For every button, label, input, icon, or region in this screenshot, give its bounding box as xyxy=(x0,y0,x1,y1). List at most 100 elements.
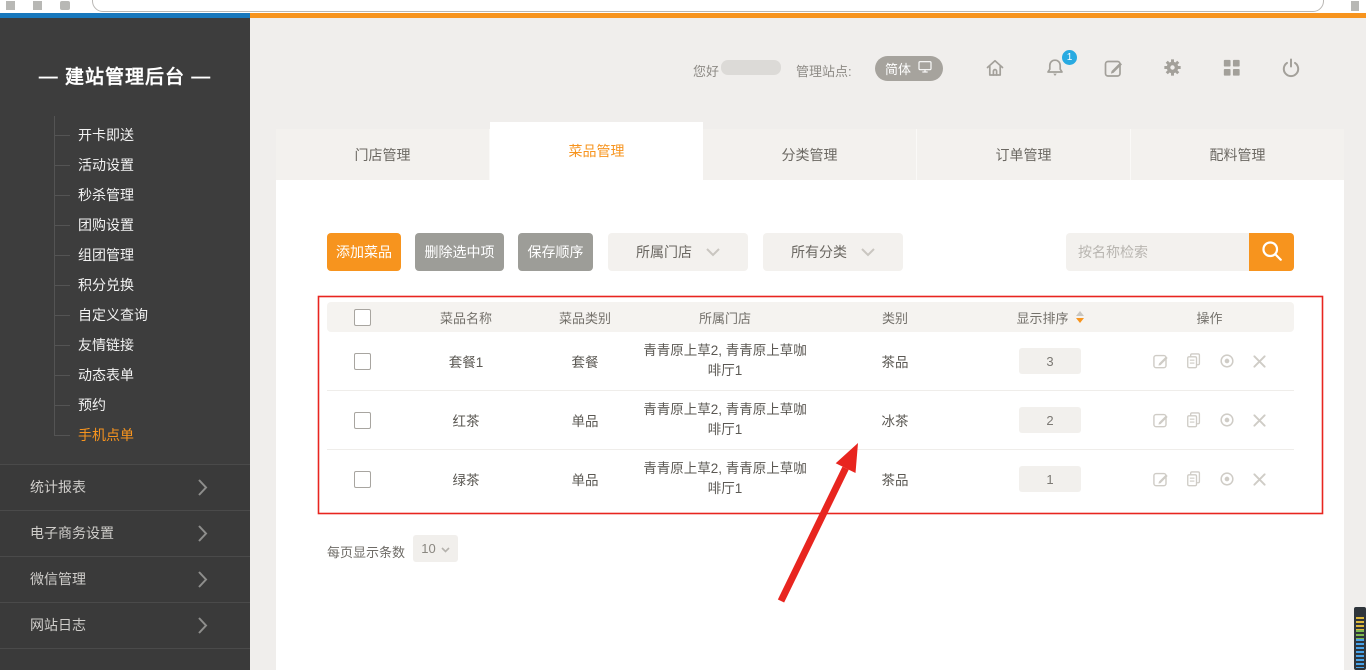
browser-button-fragment xyxy=(1351,1,1359,11)
tab-store-management[interactable]: 门店管理 xyxy=(276,129,490,180)
tab-ingredient-management[interactable]: 配料管理 xyxy=(1131,129,1344,180)
sidebar-item-flash-sale[interactable]: 秒杀管理 xyxy=(78,185,134,205)
delete-selected-button[interactable]: 删除选中项 xyxy=(415,233,504,271)
col-stores: 所属门店 xyxy=(699,308,751,327)
search-input[interactable] xyxy=(1066,233,1249,271)
view-icon[interactable] xyxy=(1217,410,1237,430)
home-icon[interactable] xyxy=(983,56,1007,80)
address-bar[interactable] xyxy=(92,0,1324,12)
dish-category: 套餐 xyxy=(572,351,599,371)
row-checkbox[interactable] xyxy=(354,471,371,488)
dish-stores: 青青原上草2, 青青原上草咖啡厅1 xyxy=(639,341,811,382)
page-size-value: 10 xyxy=(421,541,435,556)
edit-icon[interactable] xyxy=(1151,351,1171,371)
language-button[interactable]: 简体 xyxy=(875,56,943,81)
site-label: 管理站点: xyxy=(796,61,852,80)
col-display-order: 显示排序 xyxy=(1016,308,1068,327)
dish-name: 套餐1 xyxy=(449,351,484,371)
copy-icon[interactable] xyxy=(1184,469,1204,489)
dish-name: 红茶 xyxy=(453,410,480,430)
browser-button-fragment xyxy=(6,1,15,10)
sidebar-item-activity[interactable]: 活动设置 xyxy=(78,155,134,175)
row-checkbox[interactable] xyxy=(354,353,371,370)
col-dish-name: 菜品名称 xyxy=(440,308,492,327)
store-filter-label: 所属门店 xyxy=(636,242,692,262)
col-actions: 操作 xyxy=(1196,308,1222,327)
sidebar-item-group-manage[interactable]: 组团管理 xyxy=(78,245,134,265)
tab-dish-management[interactable]: 菜品管理 xyxy=(490,122,703,180)
category-filter-dropdown[interactable]: 所有分类 xyxy=(763,233,903,271)
col-dish-category: 菜品类别 xyxy=(559,308,611,327)
sidebar-item-links[interactable]: 友情链接 xyxy=(78,335,134,355)
sidebar-section-label: 电子商务设置 xyxy=(30,511,114,556)
sidebar-section-label: 网站日志 xyxy=(30,603,86,648)
sort-order-field[interactable]: 3 xyxy=(1019,348,1081,374)
sort-order-field[interactable]: 1 xyxy=(1019,466,1081,492)
dish-category: 单品 xyxy=(572,410,599,430)
page-size-dropdown[interactable]: 10 xyxy=(413,535,458,562)
gear-icon[interactable] xyxy=(1161,56,1185,80)
dish-name: 绿茶 xyxy=(453,469,480,489)
scroll-widget[interactable] xyxy=(1354,607,1366,670)
sidebar-item-group-buy[interactable]: 团购设置 xyxy=(78,215,134,235)
user-name-redacted xyxy=(721,60,781,75)
row-checkbox[interactable] xyxy=(354,412,371,429)
sidebar-section-stats[interactable]: 统计报表 xyxy=(0,464,250,510)
row-actions xyxy=(1151,469,1269,489)
edit-icon[interactable] xyxy=(1151,410,1171,430)
delete-icon[interactable] xyxy=(1250,352,1269,371)
compose-icon[interactable] xyxy=(1102,56,1126,80)
delete-icon[interactable] xyxy=(1250,470,1269,489)
search-icon xyxy=(1258,237,1286,268)
sidebar-item-booking[interactable]: 预约 xyxy=(78,395,106,415)
sidebar-section-ecommerce[interactable]: 电子商务设置 xyxy=(0,510,250,556)
table-row: 红茶 单品 青青原上草2, 青青原上草咖啡厅1 冰茶 2 xyxy=(327,391,1294,450)
select-all-checkbox[interactable] xyxy=(354,309,371,326)
save-order-button[interactable]: 保存顺序 xyxy=(518,233,593,271)
page-size-label: 每页显示条数 xyxy=(327,542,405,561)
app-title: — 建站管理后台 — xyxy=(0,62,250,89)
row-actions xyxy=(1151,410,1269,430)
view-icon[interactable] xyxy=(1217,351,1237,371)
chevron-down-icon xyxy=(441,541,450,556)
search-button[interactable] xyxy=(1249,233,1294,271)
greeting-text: 您好 xyxy=(693,61,719,80)
copy-icon[interactable] xyxy=(1184,410,1204,430)
monitor-icon xyxy=(917,59,933,78)
sidebar-item-mobile-ordering[interactable]: 手机点单 xyxy=(78,425,134,445)
view-icon[interactable] xyxy=(1217,469,1237,489)
table-body: 套餐1 套餐 青青原上草2, 青青原上草咖啡厅1 茶品 3 红茶 单品 青青原上… xyxy=(327,332,1294,508)
category-filter-label: 所有分类 xyxy=(791,242,847,262)
sidebar-section-site-log[interactable]: 网站日志 xyxy=(0,602,250,649)
language-label: 简体 xyxy=(885,59,911,78)
sidebar-section-wechat[interactable]: 微信管理 xyxy=(0,556,250,602)
sort-arrows-icon[interactable] xyxy=(1076,311,1084,323)
apps-grid-icon[interactable] xyxy=(1220,56,1244,80)
sidebar-item-card-gift[interactable]: 开卡即送 xyxy=(78,125,134,145)
dish-type: 茶品 xyxy=(882,351,909,371)
chevron-right-icon xyxy=(198,571,208,593)
sort-order-field[interactable]: 2 xyxy=(1019,407,1081,433)
add-dish-button[interactable]: 添加菜品 xyxy=(327,233,401,271)
sidebar-item-dynamic-form[interactable]: 动态表单 xyxy=(78,365,134,385)
tab-category-management[interactable]: 分类管理 xyxy=(703,129,917,180)
table-row: 套餐1 套餐 青青原上草2, 青青原上草咖啡厅1 茶品 3 xyxy=(327,332,1294,391)
browser-strip xyxy=(0,0,1366,13)
sidebar-item-custom-query[interactable]: 自定义查询 xyxy=(78,305,148,325)
sidebar-sections: 统计报表 电子商务设置 微信管理 网站日志 xyxy=(0,464,250,670)
copy-icon[interactable] xyxy=(1184,351,1204,371)
tab-order-management[interactable]: 订单管理 xyxy=(917,129,1131,180)
dish-stores: 青青原上草2, 青青原上草咖啡厅1 xyxy=(639,459,811,500)
power-icon[interactable] xyxy=(1279,56,1303,80)
admin-screen: — 建站管理后台 — 开卡即送 活动设置 秒杀管理 团购设置 组团管理 积分兑换… xyxy=(0,0,1366,670)
store-filter-dropdown[interactable]: 所属门店 xyxy=(608,233,748,271)
dish-stores: 青青原上草2, 青青原上草咖啡厅1 xyxy=(639,400,811,441)
scroll-widget-segment xyxy=(1356,639,1364,668)
col-type: 类别 xyxy=(882,308,908,327)
browser-button-fragment xyxy=(33,1,42,10)
chevron-right-icon xyxy=(198,479,208,501)
sidebar-item-points[interactable]: 积分兑换 xyxy=(78,275,134,295)
delete-icon[interactable] xyxy=(1250,411,1269,430)
edit-icon[interactable] xyxy=(1151,469,1171,489)
scroll-widget-segment xyxy=(1356,630,1364,639)
